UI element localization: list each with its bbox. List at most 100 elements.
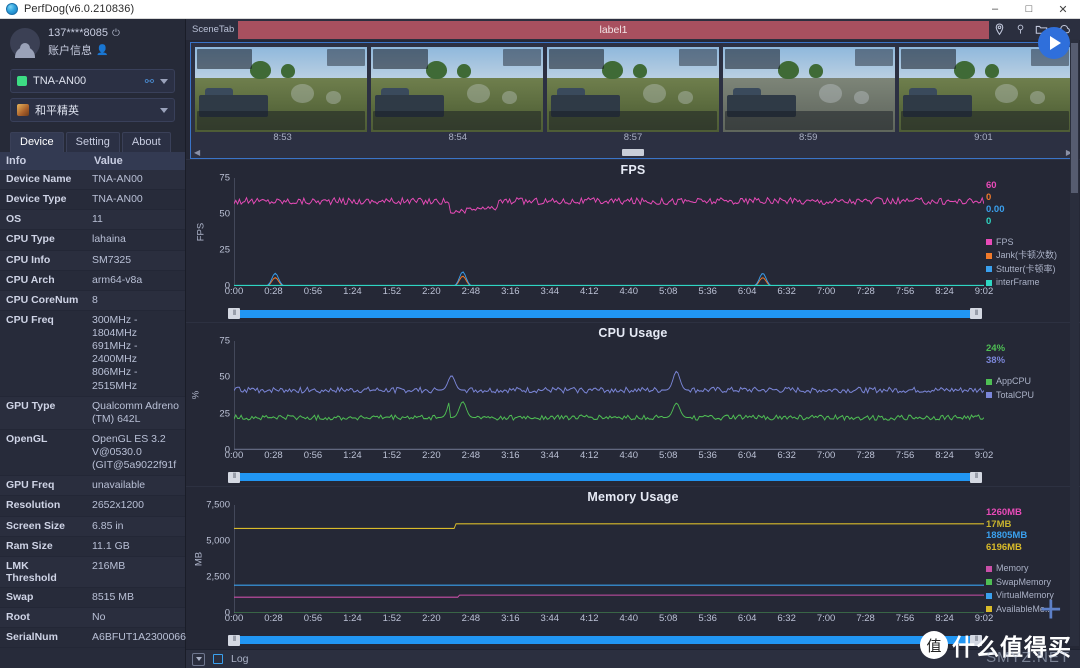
table-row: LMK Threshold 216MB (0, 556, 185, 588)
scroll-track[interactable] (240, 473, 970, 482)
chart-scrollbar[interactable]: ⦀ ⦀ (228, 634, 982, 646)
legend-item[interactable]: SwapMemory (986, 576, 1074, 590)
scroll-handle-left[interactable]: ⦀ (228, 308, 240, 320)
x-tick: 4:12 (580, 612, 599, 624)
title-bar: PerfDog(v6.0.210836) – □ ✕ (0, 0, 1080, 19)
x-tick: 5:08 (658, 612, 678, 624)
table-cell-value: 8515 MB (92, 590, 135, 603)
thumbnail[interactable] (371, 47, 543, 132)
legend-label: FPS (996, 236, 1014, 247)
x-tick: 3:44 (540, 449, 560, 461)
device-select[interactable]: TNA-AN00 ⚯ (10, 69, 175, 93)
chevron-left-icon[interactable]: ◀ (194, 148, 200, 157)
app-select[interactable]: 和平精英 (10, 98, 175, 122)
thumbnail-row (191, 43, 1075, 132)
legend-item[interactable]: Jank(卡顿次数) (986, 249, 1074, 263)
main-vertical-scrollbar[interactable] (1070, 39, 1079, 646)
legend-swatch (986, 592, 992, 599)
series-line (234, 522, 984, 529)
chart-cpu-usage: CPU Usage% 0 25 50 75 0:00 0:28 0:56 1:24 1:52 2:2… (186, 322, 1080, 485)
legend-value: 38% (986, 355, 1006, 367)
scroll-track[interactable] (240, 636, 970, 645)
chart-title: Memory Usage (587, 489, 679, 504)
x-tick: 2:48 (461, 449, 481, 461)
plot-area: % 0 25 50 75 (186, 336, 985, 455)
minimize-button[interactable]: – (978, 0, 1012, 19)
tab-device[interactable]: Device (10, 132, 64, 152)
thumbnail-timestamp: 8:59 (798, 132, 818, 143)
x-axis: 0:00 0:28 0:56 1:24 1:52 2:20 2:48 3:16 3:44 4:12… (225, 612, 994, 627)
x-tick: 2:48 (461, 286, 481, 298)
thumbnail[interactable] (195, 47, 367, 132)
legend-item[interactable]: interFrame (986, 276, 1074, 290)
location-pin-icon[interactable] (993, 23, 1006, 36)
thumbnail[interactable] (723, 47, 895, 132)
x-tick: 0:28 (264, 286, 283, 298)
legend-item[interactable]: TotalCPU (986, 389, 1074, 403)
maximize-button[interactable]: □ (1012, 0, 1046, 19)
y-tick: 50 (219, 371, 230, 383)
legend-item[interactable]: Stutter(卡顿率) (986, 263, 1074, 277)
game-icon (17, 104, 29, 116)
table-row: GPU Freq unavailable (0, 476, 185, 497)
charts-container: FPS FPS 0 25 50 75 0:00 0:28 0:56 1:24 1:52 2:20 2:4… (186, 159, 1080, 649)
table-row: CPU Type lahaina (0, 230, 185, 251)
power-icon[interactable]: ⏻ (112, 28, 120, 39)
table-row: Resolution 2652x1200 (0, 496, 185, 517)
y-tick: 75 (219, 172, 230, 184)
y-axis-label: MB (193, 551, 205, 566)
legend-value: 0 (986, 191, 992, 203)
main-panel: SceneTab label1 8:53 8:54 8:57 8:59 9:01… (186, 19, 1080, 668)
close-button[interactable]: ✕ (1046, 0, 1080, 19)
legend-swatch (986, 579, 992, 586)
scroll-handle-left[interactable]: ⦀ (228, 634, 240, 646)
perfdog-window: PerfDog(v6.0.210836) – □ ✕ 137****8085 ⏻… (0, 0, 1080, 668)
filmstrip-scroll-handle[interactable] (622, 149, 644, 156)
series-line (234, 271, 984, 287)
table-row: CPU Freq 300MHz - 1804MHz 691MHz - 2400MH… (0, 310, 185, 397)
scene-tab-label[interactable]: SceneTab (186, 24, 238, 35)
chart-scrollbar[interactable]: ⦀ ⦀ (228, 471, 982, 483)
x-tick: 6:32 (777, 286, 796, 298)
legend-label: Memory (996, 563, 1029, 574)
x-tick: 7:00 (816, 286, 836, 298)
thumbnail[interactable] (547, 47, 719, 132)
timestamp-row: 8:53 8:54 8:57 8:59 9:01 (191, 132, 1075, 147)
play-button[interactable] (1038, 27, 1070, 59)
table-cell-value: 6.85 in (92, 519, 124, 532)
info-table-header: Info Value (0, 152, 185, 170)
x-tick: 3:16 (501, 612, 520, 624)
thumbnail[interactable] (899, 47, 1071, 132)
tab-setting[interactable]: Setting (65, 132, 120, 152)
legend-item[interactable]: AppCPU (986, 375, 1074, 389)
x-tick: 0:00 (224, 449, 244, 461)
legend-item[interactable]: FPS (986, 236, 1074, 250)
table-cell-key: CPU Type (6, 233, 55, 246)
table-row: CPU Arch arm64-v8a (0, 270, 185, 291)
legend-item[interactable]: Memory (986, 562, 1074, 576)
x-tick: 5:36 (698, 449, 717, 461)
legend-swatch (986, 378, 992, 385)
y-axis: 0 25 50 75 (204, 336, 234, 455)
scroll-handle-right[interactable]: ⦀ (970, 634, 982, 646)
y-axis: 0 25 50 75 (204, 173, 234, 292)
avatar (10, 27, 40, 58)
scroll-handle-right[interactable]: ⦀ (970, 471, 982, 483)
vertical-scroll-thumb[interactable] (1071, 43, 1078, 193)
tab-about[interactable]: About (121, 132, 171, 152)
scroll-track[interactable] (240, 309, 970, 318)
account-info-row[interactable]: 账户信息 👤 (48, 42, 120, 58)
filmstrip-scrollbar[interactable]: ◀ ▶ (191, 147, 1075, 158)
x-tick: 8:24 (935, 612, 954, 624)
x-tick: 7:28 (856, 612, 875, 624)
chart-scrollbar[interactable]: ⦀ ⦀ (228, 308, 982, 320)
x-tick: 7:00 (816, 449, 836, 461)
x-tick: 6:04 (737, 449, 757, 461)
scroll-handle-right[interactable]: ⦀ (970, 308, 982, 320)
table-cell-key: Device Type (6, 193, 67, 206)
scene-label[interactable]: label1 (238, 20, 989, 39)
scroll-handle-left[interactable]: ⦀ (228, 471, 240, 483)
log-checkbox[interactable] (213, 654, 223, 664)
expand-icon[interactable] (192, 652, 205, 666)
marker-icon[interactable] (1015, 23, 1026, 36)
